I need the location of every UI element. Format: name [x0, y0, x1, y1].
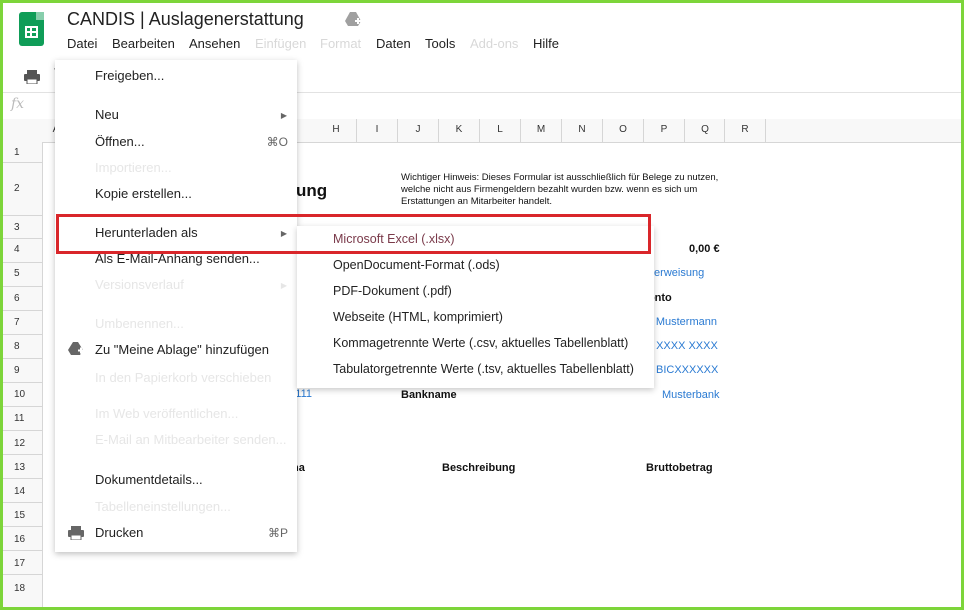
submenu-arrow-icon: ▶: [280, 229, 287, 238]
menu-item-email-anhang[interactable]: Als E-Mail-Anhang senden...: [95, 251, 260, 266]
menu-item-dokumentdetails[interactable]: Dokumentdetails...: [95, 472, 203, 487]
download-xlsx[interactable]: Microsoft Excel (.xlsx): [333, 232, 455, 246]
column-label[interactable]: I: [367, 124, 387, 135]
menu-item-mitarbeiter[interactable]: E-Mail an Mitbearbeiter senden...: [95, 432, 286, 447]
menu-item-im-web[interactable]: Im Web veröffentlichen...: [95, 406, 238, 421]
row-label[interactable]: 3: [0, 222, 42, 233]
row-label[interactable]: 8: [0, 341, 42, 352]
menu-item-papierkorb[interactable]: In den Papierkorb verschieben: [95, 370, 271, 385]
sheet-heading[interactable]: ung: [296, 181, 327, 201]
download-csv[interactable]: Kommagetrennte Werte (.csv, aktuelles Ta…: [333, 336, 628, 350]
column-label[interactable]: K: [449, 124, 469, 135]
column-label[interactable]: N: [572, 124, 592, 135]
file-menu: Freigeben... Neu ▶ Öffnen... ⌘O Importie…: [55, 60, 297, 552]
menu-daten[interactable]: Daten: [376, 36, 411, 51]
shortcut-drucken: ⌘P: [267, 526, 288, 540]
submenu-arrow-icon: ▶: [280, 281, 287, 290]
column-label[interactable]: R: [735, 124, 755, 135]
total-amount[interactable]: 0,00 €: [689, 243, 720, 255]
column-label[interactable]: M: [531, 124, 551, 135]
column-label[interactable]: O: [613, 124, 633, 135]
row-label[interactable]: 10: [0, 389, 42, 400]
sheets-window: CANDIS | Auslagenerstattung Datei Bearbe…: [0, 0, 964, 610]
formula-fx-icon: fx: [11, 96, 25, 112]
menu-tools[interactable]: Tools: [425, 36, 455, 51]
sheets-logo-icon[interactable]: [19, 12, 44, 46]
menu-item-oeffnen[interactable]: Öffnen...: [95, 134, 145, 149]
menu-item-drucken[interactable]: Drucken: [95, 525, 143, 540]
download-html[interactable]: Webseite (HTML, komprimiert): [333, 310, 503, 324]
menu-addons[interactable]: Add-ons: [470, 36, 518, 51]
download-ods[interactable]: OpenDocument-Format (.ods): [333, 258, 500, 272]
row-label[interactable]: 14: [0, 486, 42, 497]
menu-ansehen[interactable]: Ansehen: [189, 36, 240, 51]
print-icon: [68, 526, 84, 540]
row-label[interactable]: 1: [0, 147, 42, 158]
download-submenu: Microsoft Excel (.xlsx) OpenDocument-For…: [297, 226, 654, 388]
menu-einfuegen[interactable]: Einfügen: [255, 36, 306, 51]
row-label[interactable]: 15: [0, 510, 42, 521]
document-title[interactable]: CANDIS | Auslagenerstattung: [67, 9, 304, 30]
menu-item-herunterladen[interactable]: Herunterladen als: [95, 225, 198, 240]
row-label[interactable]: 2: [0, 183, 42, 194]
menu-item-importieren[interactable]: Importieren...: [95, 160, 172, 175]
column-label[interactable]: L: [490, 124, 510, 135]
row-label[interactable]: 18: [0, 583, 42, 594]
row-label[interactable]: 13: [0, 462, 42, 473]
column-label[interactable]: H: [326, 124, 346, 135]
menu-hilfe[interactable]: Hilfe: [533, 36, 559, 51]
column-label[interactable]: Q: [695, 124, 715, 135]
menu-item-versionsverlauf[interactable]: Versionsverlauf: [95, 277, 184, 292]
menu-item-meine-ablage[interactable]: Zu "Meine Ablage" hinzufügen: [95, 342, 269, 357]
row-header: 1 2 3 4 5 6 7 8 9 10 11 12 13 14 15 16 1…: [0, 142, 43, 610]
print-icon[interactable]: [24, 70, 40, 84]
column-heading-beschreibung[interactable]: Beschreibung: [442, 462, 515, 474]
column-label[interactable]: P: [654, 124, 674, 135]
row-label[interactable]: 11: [0, 413, 42, 424]
menu-item-kopie[interactable]: Kopie erstellen...: [95, 186, 192, 201]
notice-text[interactable]: Wichtiger Hinweis: Dieses Formular ist a…: [401, 172, 731, 208]
menu-item-umbenennen[interactable]: Umbenennen...: [95, 316, 184, 331]
menu-item-freigeben[interactable]: Freigeben...: [95, 68, 164, 83]
drive-add-icon: [68, 342, 84, 355]
menu-item-tabelleneinstellungen[interactable]: Tabelleneinstellungen...: [95, 499, 231, 514]
bankname-label[interactable]: Bankname: [401, 389, 457, 401]
bank-cell[interactable]: Musterbank: [662, 389, 719, 401]
menu-bearbeiten[interactable]: Bearbeiten: [112, 36, 175, 51]
drive-add-icon[interactable]: [344, 11, 362, 27]
column-label[interactable]: J: [408, 124, 428, 135]
row-label[interactable]: 12: [0, 438, 42, 449]
bic-cell[interactable]: BICXXXXXX: [656, 364, 718, 376]
row-label[interactable]: 9: [0, 365, 42, 376]
menu-format[interactable]: Format: [320, 36, 361, 51]
row-label[interactable]: 7: [0, 317, 42, 328]
row-label[interactable]: 16: [0, 534, 42, 545]
row-label[interactable]: 6: [0, 293, 42, 304]
submenu-arrow-icon: ▶: [280, 111, 287, 120]
row-label[interactable]: 4: [0, 244, 42, 255]
shortcut-oeffnen: ⌘O: [266, 135, 288, 149]
download-pdf[interactable]: PDF-Dokument (.pdf): [333, 284, 452, 298]
row-label[interactable]: 17: [0, 558, 42, 569]
row-label[interactable]: 5: [0, 268, 42, 279]
download-tsv[interactable]: Tabulatorgetrennte Werte (.tsv, aktuelle…: [333, 362, 634, 376]
column-heading-brutto[interactable]: Bruttobetrag: [646, 462, 713, 474]
menu-item-neu[interactable]: Neu: [95, 107, 119, 122]
menu-datei[interactable]: Datei: [67, 36, 97, 51]
